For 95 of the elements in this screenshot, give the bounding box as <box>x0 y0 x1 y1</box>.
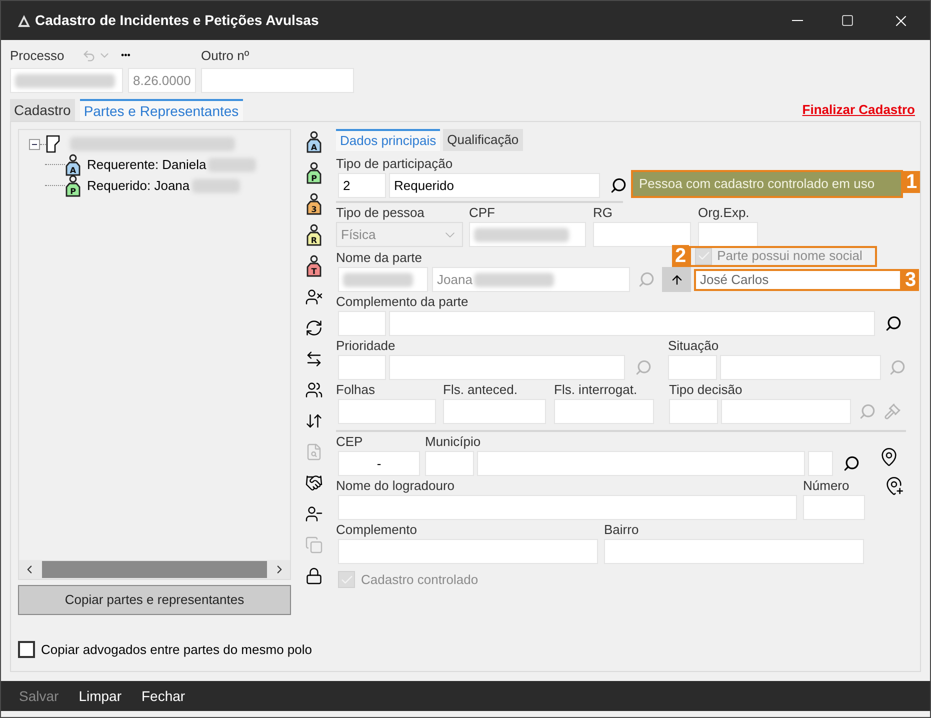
input-field[interactable] <box>698 222 758 247</box>
field-label: Complemento da parte <box>336 293 470 311</box>
input-field[interactable] <box>720 355 881 380</box>
callout-number: 2 <box>672 245 690 267</box>
input-field[interactable] <box>443 399 546 424</box>
footer-button[interactable]: Limpar <box>78 686 122 706</box>
field-label: Bairro <box>604 521 640 539</box>
gavel-icon[interactable] <box>884 403 901 420</box>
tab[interactable]: Partes e Representantes <box>80 99 243 121</box>
blurred-area <box>343 272 413 286</box>
input-field[interactable] <box>593 222 691 247</box>
input-field[interactable]: Requerido <box>389 173 600 198</box>
window-title: Cadastro de Incidentes e Petições Avulsas <box>35 11 319 30</box>
field-label: Complemento <box>336 521 418 539</box>
input-field[interactable] <box>721 399 851 424</box>
field-label: Fls. anteced. <box>443 381 518 399</box>
callout-number: 1 <box>903 171 920 193</box>
field-label: RG <box>593 204 614 222</box>
field-label: Tipo de pessoa <box>336 204 426 222</box>
input-field[interactable] <box>469 222 586 247</box>
map-pin-icon[interactable] <box>879 446 899 466</box>
scroll-thumb[interactable] <box>42 561 267 578</box>
input-field[interactable] <box>338 355 386 380</box>
blurred-area <box>208 158 256 172</box>
field-value: Requerido <box>394 176 454 195</box>
input-field[interactable] <box>338 495 797 520</box>
undo-icon[interactable] <box>82 48 96 62</box>
input-field[interactable] <box>803 495 865 520</box>
field-label: Tipo decisão <box>669 381 744 399</box>
input-field[interactable] <box>201 68 354 93</box>
tab[interactable]: Cadastro <box>10 99 75 121</box>
field-label: Nome da parte <box>336 249 423 267</box>
checkbox-label: Parte possui nome social <box>717 247 862 266</box>
transfer-name-button[interactable] <box>662 267 691 292</box>
input-field[interactable] <box>808 451 833 476</box>
input-field[interactable]: 8.26.0000 <box>128 68 196 93</box>
input-field[interactable] <box>389 355 625 380</box>
field-label: Folhas <box>336 381 376 399</box>
input-field[interactable] <box>338 399 436 424</box>
field-label: Município <box>425 433 482 451</box>
field-value: 8.26.0000 <box>133 72 191 90</box>
input-field[interactable] <box>554 399 654 424</box>
collapse-toggle[interactable] <box>29 138 40 150</box>
checkbox[interactable] <box>18 641 35 658</box>
input-field[interactable] <box>10 68 123 93</box>
tree-item[interactable]: Requerido: Joana <box>87 176 190 196</box>
input-field[interactable] <box>425 451 474 476</box>
input-field[interactable]: Joana <box>432 267 630 292</box>
callout-number: 3 <box>902 268 920 290</box>
field-label: Org.Exp. <box>698 204 750 222</box>
search-icon[interactable] <box>885 315 902 332</box>
input-field[interactable] <box>477 451 805 476</box>
input-field[interactable] <box>669 399 718 424</box>
finalize-link[interactable]: Finalizar Cadastro <box>802 100 915 120</box>
search-icon[interactable] <box>843 455 860 472</box>
field-label: Outro nº <box>201 46 250 65</box>
field-label: CEP <box>336 433 364 451</box>
input-field[interactable]: 2 <box>338 173 386 198</box>
input-field[interactable] <box>604 539 864 564</box>
input-field[interactable]: José Carlos <box>694 268 902 290</box>
field-label: CPF <box>469 204 496 222</box>
field-label: Situação <box>668 337 720 355</box>
input-field[interactable] <box>338 267 428 292</box>
blurred-area <box>192 178 240 192</box>
status-badge: Pessoa com cadastro controlado em uso <box>631 170 903 198</box>
input-field[interactable] <box>668 355 717 380</box>
input-field[interactable]: - <box>338 451 420 476</box>
map-add-icon[interactable] <box>884 476 904 496</box>
search-icon[interactable] <box>610 177 627 194</box>
field-label: Nome do logradouro <box>336 477 456 495</box>
document-icon <box>46 135 60 153</box>
minimize-icon <box>792 20 802 21</box>
more-button[interactable]: ••• <box>121 48 201 62</box>
checkbox-label: Copiar advogados entre partes do mesmo polo <box>41 641 312 659</box>
footer-button[interactable]: Fechar <box>141 686 186 706</box>
field-label: Número <box>803 477 850 495</box>
tab[interactable]: Qualificação <box>443 129 523 151</box>
tree-item[interactable]: Requerente: Daniela <box>87 154 206 174</box>
checkbox-label: Cadastro controlado <box>361 571 478 589</box>
tab[interactable]: Dados principais <box>336 129 440 151</box>
field-value: 2 <box>343 176 350 195</box>
maximize-icon <box>840 14 854 27</box>
copy-parties-button[interactable]: Copiar partes e representantes <box>18 585 291 615</box>
input-field[interactable] <box>338 539 598 564</box>
input-field[interactable] <box>338 311 386 336</box>
field-label: Fls. interrogat. <box>554 381 638 399</box>
lock-icon[interactable] <box>305 565 323 587</box>
input-field[interactable] <box>389 311 875 336</box>
field-label: Processo <box>10 46 66 65</box>
field-label: Tipo de participação <box>336 155 454 173</box>
field-label: Prioridade <box>336 337 396 355</box>
field-value: - <box>376 454 382 473</box>
horizontal-scrollbar[interactable] <box>19 560 290 579</box>
field-value: Joana <box>437 270 472 289</box>
app-logo-icon <box>17 14 31 28</box>
